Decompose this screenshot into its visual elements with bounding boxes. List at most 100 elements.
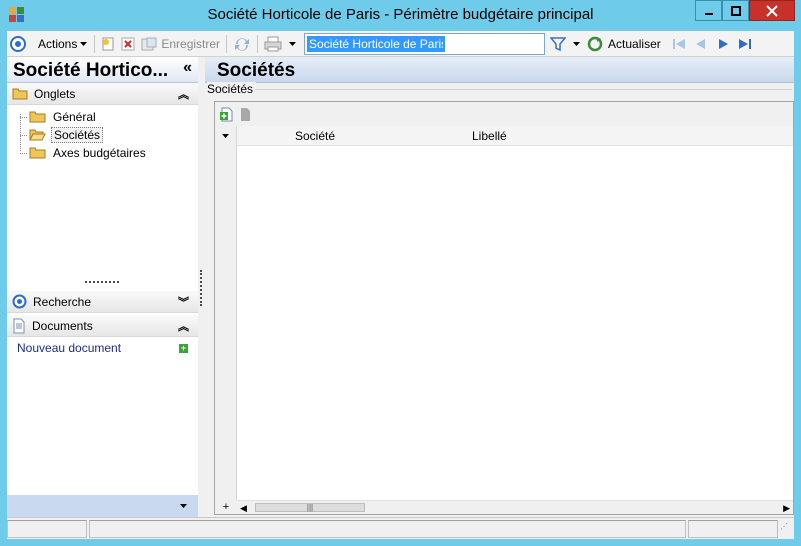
column-header-libelle[interactable]: Libellé — [472, 129, 507, 143]
delete-row-icon[interactable] — [239, 106, 251, 122]
last-icon — [738, 38, 751, 49]
group-title: Sociétés — [207, 82, 257, 96]
folder-icon — [12, 88, 28, 100]
new-document-label[interactable]: Nouveau document — [17, 341, 121, 355]
previous-record-button[interactable] — [690, 33, 712, 55]
last-record-button[interactable] — [734, 33, 756, 55]
toolbar-separator — [226, 34, 228, 53]
refresh-icon — [587, 36, 603, 51]
chevron-down-icon[interactable]: ︾ — [178, 294, 189, 310]
section-search-label: Recherche — [33, 294, 92, 309]
filter-icon — [550, 36, 567, 51]
folder-icon — [29, 147, 46, 159]
minimize-icon — [704, 12, 713, 15]
status-cell — [88, 520, 687, 538]
sync-button[interactable] — [230, 33, 254, 55]
left-navigation-panel: Société Hortico... « Onglets ︽ Général S… — [7, 57, 198, 517]
section-search-header[interactable]: Recherche ︾ — [7, 291, 198, 313]
sync-icon — [235, 37, 250, 51]
new-document-icon — [102, 37, 114, 50]
search-input[interactable] — [307, 35, 446, 52]
expand-all-icon[interactable]: + — [215, 500, 237, 514]
actions-menu-button[interactable]: Actions — [35, 33, 91, 55]
section-tabs-header[interactable]: Onglets ︽ — [7, 83, 198, 105]
target-icon — [10, 35, 26, 52]
add-row-icon[interactable] — [219, 106, 233, 122]
left-panel-title: Société Hortico... — [13, 60, 169, 81]
close-button[interactable] — [749, 0, 795, 21]
close-icon — [766, 4, 778, 17]
left-panel-header: Société Hortico... « — [7, 57, 198, 83]
chevron-up-icon[interactable]: ︽ — [178, 318, 189, 334]
dropdown-arrow-icon — [573, 41, 581, 46]
toolbar-separator — [257, 34, 259, 53]
first-record-button[interactable] — [668, 33, 690, 55]
maximize-button[interactable] — [722, 0, 749, 21]
refresh-button[interactable]: Actualiser — [584, 33, 664, 55]
vertical-splitter-handle[interactable] — [200, 270, 202, 306]
first-icon — [672, 38, 685, 49]
toolbar-separator — [94, 34, 96, 53]
companies-grid: Société Libellé + ◀ ||| ▶ — [214, 101, 794, 515]
chevron-up-icon[interactable]: ︽ — [178, 86, 189, 102]
main-title: Sociétés — [217, 60, 296, 81]
print-button[interactable] — [261, 33, 300, 55]
section-documents-header[interactable]: Documents ︽ — [7, 315, 198, 337]
scroll-left-icon[interactable]: ◀ — [240, 501, 247, 515]
row-selector-column — [215, 146, 237, 500]
application-window: Société Horticole de Paris - Périmètre b… — [0, 0, 801, 546]
dropdown-arrow-icon — [289, 41, 297, 46]
tree-item-label: Sociétés — [51, 127, 104, 143]
collapse-panel-icon[interactable]: « — [183, 59, 192, 77]
delete-icon — [121, 37, 135, 50]
horizontal-splitter-handle[interactable] — [85, 281, 119, 283]
tree-item-general[interactable]: Général — [20, 108, 198, 126]
main-header: Sociétés — [205, 57, 794, 83]
resize-grip-icon[interactable]: ⋰ — [780, 518, 794, 539]
search-field[interactable] — [304, 32, 546, 55]
open-folder-icon — [29, 129, 46, 141]
grid-body — [215, 146, 793, 500]
minimize-button[interactable] — [695, 0, 722, 21]
window-title: Société Horticole de Paris - Périmètre b… — [207, 6, 594, 23]
title-bar[interactable]: Société Horticole de Paris - Périmètre b… — [0, 0, 801, 31]
column-chooser-button[interactable] — [215, 126, 237, 146]
grid-toolbar — [215, 102, 793, 126]
previous-icon — [695, 38, 705, 49]
filter-button[interactable] — [547, 33, 584, 55]
save-icon — [141, 37, 157, 50]
dropdown-arrow-icon — [80, 41, 88, 46]
scroll-right-icon[interactable]: ▶ — [783, 501, 790, 515]
scrollbar-thumb[interactable]: ||| — [255, 503, 365, 512]
save-label: Enregistrer — [161, 36, 221, 51]
main-toolbar: Actions Enregistrer Société Horticole de… — [7, 31, 794, 57]
tree-item-label: Axes budgétaires — [53, 146, 146, 160]
tree-item-axes-budgetaires[interactable]: Axes budgétaires — [20, 144, 198, 162]
new-record-button[interactable] — [98, 33, 118, 55]
tree-item-label: Général — [53, 110, 96, 124]
group-divider — [255, 89, 792, 90]
column-header-societe[interactable]: Société — [295, 129, 335, 143]
folder-icon — [29, 111, 46, 123]
save-button[interactable]: Enregistrer — [138, 33, 223, 55]
tabs-tree: Général Sociétés Axes budgétaires — [7, 105, 198, 281]
status-bar: ⋰ — [7, 517, 794, 539]
new-document-link[interactable]: Nouveau document + — [17, 341, 188, 355]
delete-button[interactable] — [118, 33, 138, 55]
main-content-panel: Sociétés Sociétés Société Libellé + ◀ ||… — [205, 57, 794, 517]
target-icon — [12, 294, 27, 309]
chevron-down-icon — [180, 504, 187, 508]
next-record-button[interactable] — [712, 33, 734, 55]
horizontal-scrollbar[interactable]: ◀ ||| ▶ — [237, 500, 793, 514]
navigation-button[interactable] — [7, 33, 29, 55]
grid-header-row: Société Libellé — [215, 126, 793, 146]
status-cell — [7, 520, 87, 538]
tree-item-societes[interactable]: Sociétés — [20, 126, 198, 144]
document-icon — [13, 318, 25, 333]
status-cell — [688, 520, 779, 538]
section-tabs-label: Onglets — [34, 86, 76, 101]
left-panel-footer[interactable] — [7, 495, 198, 517]
section-documents-label: Documents — [32, 318, 93, 333]
printer-icon — [264, 36, 282, 51]
add-icon[interactable]: + — [179, 343, 188, 353]
